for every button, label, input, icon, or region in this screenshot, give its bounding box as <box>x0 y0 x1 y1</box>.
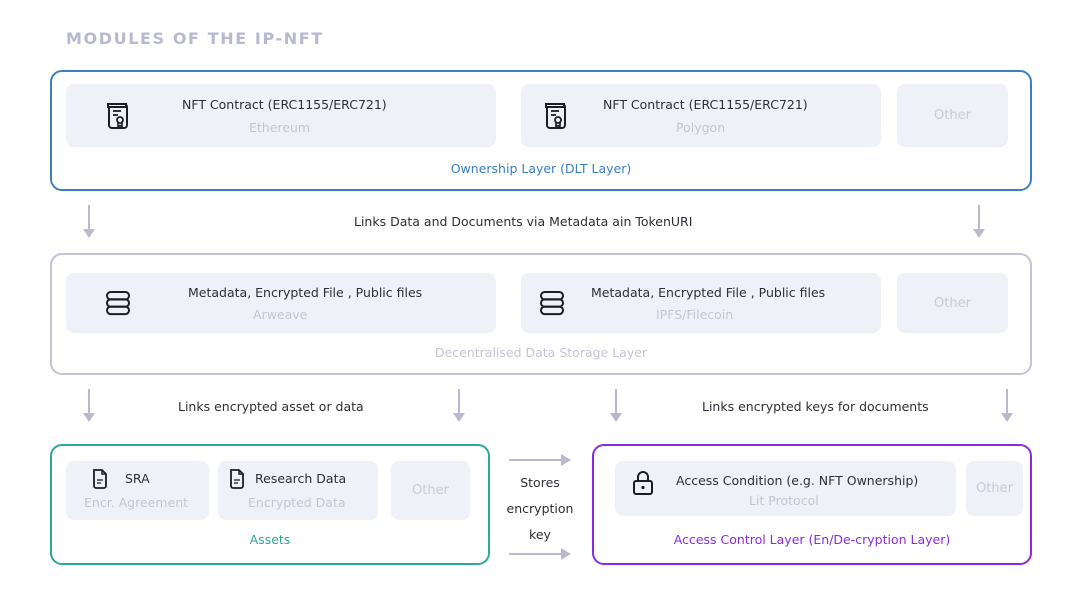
storage-card-ipfs: Metadata, Encrypted File , Public files … <box>521 273 881 333</box>
document-icon <box>93 469 107 489</box>
card-subtitle: Ethereum <box>249 120 311 135</box>
arrow-down-icon <box>453 389 465 422</box>
card-subtitle: Encrypted Data <box>248 495 346 510</box>
other-label: Other <box>934 295 971 311</box>
card-subtitle: Arweave <box>253 307 308 322</box>
database-icon <box>540 291 564 316</box>
card-title: NFT Contract (ERC1155/ERC721) <box>603 97 808 112</box>
arrow-right-icon <box>509 548 571 560</box>
card-title: Metadata, Encrypted File , Public files <box>188 285 423 300</box>
database-icon <box>106 291 130 316</box>
storage-layer-label: Decentralised Data Storage Layer <box>434 345 648 360</box>
card-subtitle: Lit Protocol <box>749 493 819 508</box>
storage-layer: Metadata, Encrypted File , Public files … <box>50 253 1032 375</box>
card-title: NFT Contract (ERC1155/ERC721) <box>182 97 387 112</box>
asset-card-research: Research Data Encrypted Data <box>218 461 378 520</box>
ownership-card-polygon: NFT Contract (ERC1155/ERC721) Polygon <box>521 84 881 147</box>
arrow-right-icon <box>509 454 571 466</box>
access-card-lit: Access Condition (e.g. NFT Ownership) Li… <box>615 461 956 516</box>
ownership-layer: NFT Contract (ERC1155/ERC721) Ethereum N… <box>50 70 1032 191</box>
assets-layer: SRA Encr. Agreement Research Data Encryp… <box>50 444 490 565</box>
arrow-down-icon <box>973 205 985 238</box>
arrow-down-icon <box>83 205 95 238</box>
stores-line: Stores <box>520 475 560 490</box>
access-control-layer: Access Condition (e.g. NFT Ownership) Li… <box>592 444 1032 565</box>
other-label: Other <box>934 108 971 123</box>
other-label: Other <box>412 483 449 498</box>
card-subtitle: Encr. Agreement <box>84 495 189 510</box>
ownership-layer-label: Ownership Layer (DLT Layer) <box>450 161 632 176</box>
card-title: Access Condition (e.g. NFT Ownership) <box>676 473 919 488</box>
stores-line: key <box>529 527 551 542</box>
card-title: Research Data <box>255 471 347 486</box>
card-subtitle: Polygon <box>676 120 726 135</box>
asset-card-other: Other <box>391 461 470 520</box>
storage-card-arweave: Metadata, Encrypted File , Public files … <box>66 273 496 333</box>
arrow-down-icon <box>1001 389 1013 422</box>
other-label: Other <box>976 481 1013 496</box>
card-title: SRA <box>125 471 150 486</box>
diagram-title: MODULES OF THE IP-NFT <box>66 29 324 48</box>
certificate-icon <box>107 103 128 129</box>
connector-text-keys: Links encrypted keys for documents <box>702 399 929 414</box>
connector-text-asset: Links encrypted asset or data <box>178 399 364 414</box>
certificate-icon <box>545 103 566 129</box>
stores-line: encryption <box>506 501 574 516</box>
assets-layer-label: Assets <box>249 532 291 547</box>
asset-card-sra: SRA Encr. Agreement <box>66 461 209 520</box>
lock-icon <box>633 471 653 495</box>
storage-card-other: Other <box>897 273 1008 333</box>
ownership-card-ethereum: NFT Contract (ERC1155/ERC721) Ethereum <box>66 84 496 147</box>
arrow-down-icon <box>610 389 622 422</box>
ownership-card-other: Other <box>897 84 1008 147</box>
arrow-down-icon <box>83 389 95 422</box>
access-layer-label: Access Control Layer (En/De-cryption Lay… <box>673 532 951 547</box>
stores-key-text: Stores encryption key <box>500 470 580 548</box>
connector-text-tokenuri: Links Data and Documents via Metadata ai… <box>354 214 693 229</box>
card-title: Metadata, Encrypted File , Public files <box>591 285 826 300</box>
document-icon <box>230 469 244 489</box>
card-subtitle: IPFS/Filecoin <box>656 307 734 322</box>
access-card-other: Other <box>966 461 1023 516</box>
